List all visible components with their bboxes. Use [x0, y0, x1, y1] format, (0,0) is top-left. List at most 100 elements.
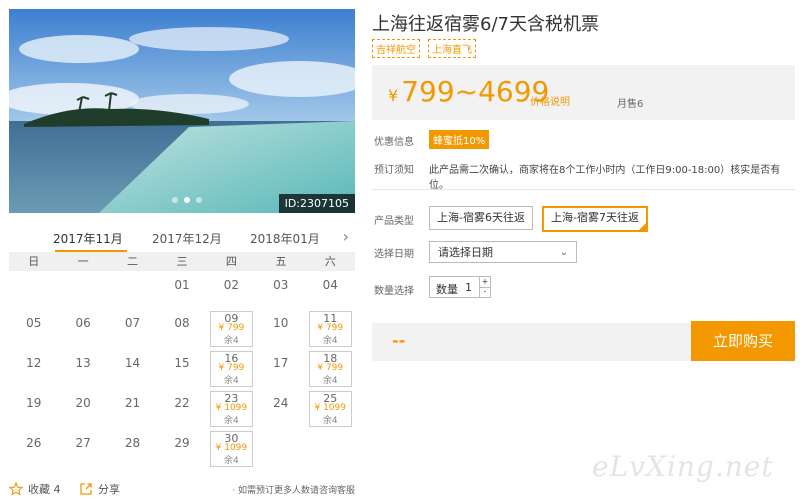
product-tags: 吉祥航空 上海直飞	[372, 39, 476, 58]
weekday-label: 二	[127, 255, 139, 268]
calendar-week-row: 01 02 03 04	[9, 271, 355, 309]
price-explanation-link[interactable]: 价格说明	[530, 93, 570, 108]
day-number: 22	[174, 396, 190, 410]
monthly-sales: 月售6	[617, 99, 644, 110]
calendar-day: 21	[108, 389, 157, 429]
carousel-dot[interactable]	[172, 197, 178, 203]
day-number: 05	[26, 316, 42, 330]
date-dropdown[interactable]: 请选择日期 ⌄	[429, 241, 577, 263]
date-dropdown-value: 请选择日期	[438, 246, 493, 259]
day-number: 21	[124, 396, 141, 410]
calendar-day: 12	[9, 349, 58, 389]
calendar-day: 02	[207, 271, 256, 309]
notice-text: 此产品需二次确认，商家将在8个工作小时内（工作日9:00-18:00）核实是否有…	[429, 165, 781, 191]
calendar-day	[58, 271, 107, 309]
day-remaining: 余4	[224, 456, 239, 466]
day-number: 28	[124, 436, 141, 450]
calendar-day-available[interactable]: 11 ¥ 799 余4	[306, 309, 355, 349]
calendar-day	[9, 271, 58, 309]
calendar-day-available[interactable]: 16 ¥ 799 余4	[207, 349, 256, 389]
product-type-label: 产品类型	[374, 216, 414, 227]
day-number: 12	[26, 356, 42, 370]
calendar-day	[306, 429, 355, 469]
day-price: ¥ 799	[317, 323, 344, 333]
weekday-label: 五	[275, 255, 287, 268]
direct-flight-tag: 上海直飞	[428, 39, 476, 58]
product-title: 上海往返宿雾6/7天含税机票	[372, 14, 599, 35]
total-price: --	[392, 331, 406, 350]
chevron-down-icon: ⌄	[559, 247, 568, 258]
tab-month-2[interactable]: 2017年12月	[152, 230, 222, 247]
calendar-day: 05	[9, 309, 58, 349]
calendar-day-available[interactable]: 25 ¥ 1099 余4	[306, 389, 355, 429]
price-panel: ¥799~4699 价格说明 月售6	[372, 65, 795, 120]
share-icon	[80, 483, 92, 495]
quantity-value[interactable]: 1	[465, 281, 472, 294]
calendar-day: 24	[256, 389, 305, 429]
day-number: 24	[273, 396, 289, 410]
quantity-prefix: 数量	[436, 283, 458, 296]
day-price: ¥ 799	[218, 323, 245, 333]
product-type-option-6day[interactable]: 上海-宿雾6天往返	[429, 206, 533, 230]
day-number: 15	[174, 356, 190, 370]
carousel-dot[interactable]	[196, 197, 202, 203]
site-watermark: eLvXing.net	[592, 450, 774, 483]
promo-badge: 蜂蜜抵10%	[429, 130, 490, 149]
day-price: ¥ 1099	[314, 403, 346, 413]
share-label: 分享	[98, 483, 120, 496]
day-number: 02	[223, 278, 240, 292]
weekday-label: 三	[176, 255, 188, 268]
carousel-dots[interactable]	[172, 197, 202, 203]
calendar-week-row: 26 27 28 29 30 ¥ 1099 余4	[9, 429, 355, 469]
price-range-value: 799~4699	[401, 75, 550, 108]
weekday-label: 六	[324, 255, 336, 268]
price-range: ¥799~4699	[388, 75, 549, 108]
day-number: 14	[124, 356, 141, 370]
buy-now-button[interactable]: 立即购买	[691, 321, 795, 361]
calendar-day: 29	[157, 429, 206, 469]
tab-month-3[interactable]: 2018年01月	[250, 230, 320, 247]
day-remaining: 余4	[224, 416, 239, 426]
day-number: 13	[75, 356, 91, 370]
carousel-dot-active[interactable]	[184, 197, 190, 203]
purchase-bar: -- 立即购买	[372, 321, 795, 361]
weekday-label: 日	[28, 255, 40, 268]
decrement-button[interactable]: -	[479, 287, 490, 297]
day-number: 27	[75, 436, 91, 450]
day-number: 10	[273, 316, 289, 330]
product-type-option-7day[interactable]: 上海-宿雾7天往返	[542, 206, 648, 232]
calendar-day-available[interactable]: 30 ¥ 1099 余4	[207, 429, 256, 469]
calendar-week-row: 12 13 14 15 16 ¥ 799 余4 17 18 ¥ 799 余4	[9, 349, 355, 389]
day-number: 04	[322, 278, 338, 292]
share-button[interactable]: 分享	[79, 481, 120, 497]
calendar-day	[108, 271, 157, 309]
calendar-day: 01	[157, 271, 206, 309]
calendar-day: 06	[58, 309, 107, 349]
day-price: ¥ 799	[218, 363, 245, 373]
notice-label: 预订须知	[374, 165, 414, 176]
island-photo-image	[9, 9, 355, 213]
calendar-day: 19	[9, 389, 58, 429]
calendar-day-available[interactable]: 09 ¥ 799 余4	[207, 309, 256, 349]
calendar-day: 20	[58, 389, 107, 429]
calendar-day: 03	[256, 271, 305, 309]
favorite-button[interactable]: 收藏 4	[9, 481, 61, 497]
consult-note[interactable]: · 如需预订更多人数请咨询客服	[232, 483, 355, 496]
image-id-label: ID:2307105	[278, 194, 355, 213]
calendar-day-available[interactable]: 23 ¥ 1099 余4	[207, 389, 256, 429]
calendar-grid: 01 02 03 04 05 06 07 08 09 ¥ 799 余4 10 11 ¥ 799 余4 12 13…	[9, 271, 355, 469]
quantity-stepper[interactable]: 数量 1 + -	[429, 276, 491, 298]
calendar-day: 15	[157, 349, 206, 389]
product-photo[interactable]: ID:2307105	[9, 9, 355, 213]
next-month-arrow-icon[interactable]: ›	[343, 227, 349, 246]
quantity-label: 数量选择	[374, 286, 414, 297]
calendar-day-available[interactable]: 18 ¥ 799 余4	[306, 349, 355, 389]
calendar-day: 27	[58, 429, 107, 469]
day-price: ¥ 1099	[215, 403, 248, 413]
month-tabs: 2017年11月 2017年12月 2018年01月 ›	[9, 224, 355, 252]
star-icon	[9, 482, 23, 496]
day-remaining: 余4	[322, 336, 338, 346]
day-remaining: 余4	[322, 416, 338, 426]
tab-month-1[interactable]: 2017年11月	[53, 230, 123, 247]
day-remaining: 余4	[322, 376, 338, 386]
